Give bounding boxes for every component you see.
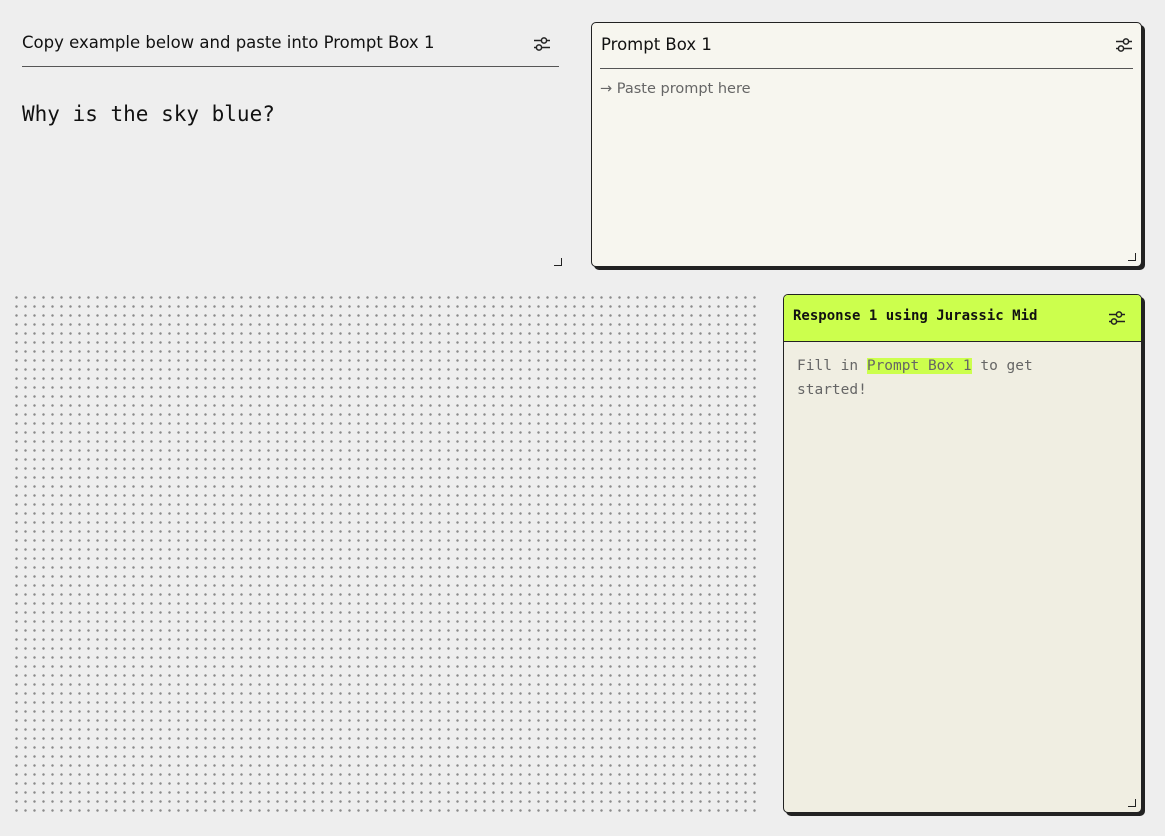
response-panel: Response 1 using Jurassic Mid Fill in Pr… [783, 294, 1142, 813]
sliders-icon[interactable] [1108, 310, 1126, 326]
prompt-input[interactable] [600, 81, 1120, 231]
example-panel: Copy example below and paste into Prompt… [22, 22, 562, 266]
example-prompt-text: Why is the sky blue? [22, 102, 275, 126]
response-header: Response 1 using Jurassic Mid [784, 295, 1141, 342]
response-body: Fill in Prompt Box 1 to get started! [797, 354, 1067, 402]
resize-handle-icon[interactable] [1128, 253, 1136, 261]
sliders-icon[interactable] [1115, 37, 1133, 53]
example-header: Copy example below and paste into Prompt… [22, 22, 559, 67]
prompt-box-header: Prompt Box 1 [600, 23, 1133, 69]
prompt-box-title: Prompt Box 1 [601, 35, 712, 54]
response-title: Response 1 using Jurassic Mid [793, 308, 1038, 324]
prompt-box-reference: Prompt Box 1 [866, 358, 972, 374]
sliders-icon[interactable] [533, 36, 551, 52]
resize-handle-icon[interactable] [1128, 799, 1136, 807]
prompt-box-panel: Prompt Box 1 [591, 22, 1142, 267]
response-body-prefix: Fill in [797, 358, 867, 374]
dotted-canvas [12, 293, 757, 816]
resize-handle-icon[interactable] [554, 258, 562, 266]
example-title: Copy example below and paste into Prompt… [22, 33, 435, 52]
